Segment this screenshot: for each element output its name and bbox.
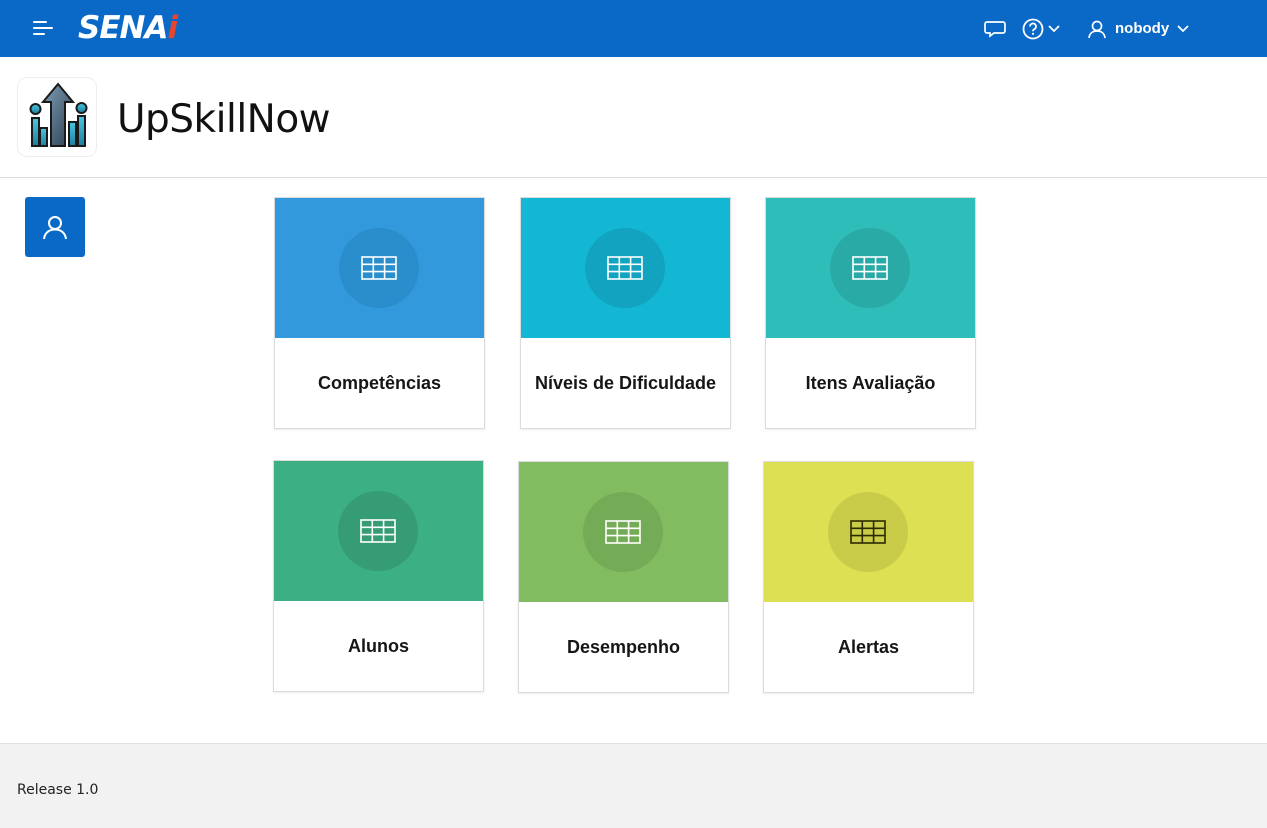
logo-accent: i <box>167 10 178 46</box>
user-icon <box>1088 20 1106 38</box>
card-competencias[interactable]: Competências <box>274 197 485 429</box>
release-version: Release 1.0 <box>17 782 99 798</box>
user-menu-button[interactable]: nobody <box>1087 0 1190 57</box>
menu-icon-line <box>33 33 45 35</box>
card-banner <box>274 461 483 601</box>
card-label: Competências <box>317 372 442 393</box>
footer: Release 1.0 <box>0 743 1267 828</box>
card-icon-circle <box>828 492 908 572</box>
card-banner <box>521 198 730 338</box>
card-icon-circle <box>583 492 663 572</box>
chat-icon <box>984 20 1006 38</box>
growth-chart-icon <box>29 82 88 147</box>
card-banner <box>275 198 484 338</box>
card-desempenho[interactable]: Desempenho <box>518 461 729 693</box>
app-header: UpSkillNow <box>0 57 1267 178</box>
help-icon <box>1022 18 1044 39</box>
card-label: Alunos <box>348 635 409 656</box>
card-banner <box>766 198 975 338</box>
table-icon <box>360 519 396 543</box>
menu-toggle-button[interactable] <box>26 14 58 42</box>
app-logo <box>17 77 97 157</box>
card-icon-circle <box>339 228 419 308</box>
table-icon <box>852 256 888 280</box>
page-title: UpSkillNow <box>117 97 331 142</box>
card-label: Desempenho <box>566 636 681 657</box>
card-alertas[interactable]: Alertas <box>763 461 974 693</box>
card-banner <box>519 462 728 602</box>
user-icon <box>43 216 67 240</box>
table-icon <box>850 520 886 544</box>
card-label: Alertas <box>837 636 900 657</box>
logo-text: SENA <box>78 10 168 46</box>
help-menu-button[interactable] <box>1022 0 1061 57</box>
menu-icon-line <box>33 21 47 23</box>
top-navigation-bar: SENAi nobody <box>0 0 1267 57</box>
chevron-down-icon <box>1177 24 1189 32</box>
profile-button[interactable] <box>25 197 85 257</box>
card-niveis-de-dificuldade[interactable]: Níveis de Dificuldade <box>520 197 731 429</box>
table-icon <box>605 520 641 544</box>
senai-logo[interactable]: SENAi <box>78 9 178 47</box>
user-name: nobody <box>1115 20 1170 37</box>
card-banner <box>764 462 973 602</box>
card-label: Itens Avaliação <box>805 372 936 393</box>
card-icon-circle <box>585 228 665 308</box>
chevron-down-icon <box>1048 24 1060 32</box>
card-alunos[interactable]: Alunos <box>273 460 484 692</box>
card-icon-circle <box>830 228 910 308</box>
card-icon-circle <box>338 491 418 571</box>
card-itens-avaliacao[interactable]: Itens Avaliação <box>765 197 976 429</box>
chat-button[interactable] <box>984 0 1006 57</box>
table-icon <box>361 256 397 280</box>
table-icon <box>607 256 643 280</box>
menu-icon-line <box>33 27 53 29</box>
card-label: Níveis de Dificuldade <box>534 372 717 393</box>
